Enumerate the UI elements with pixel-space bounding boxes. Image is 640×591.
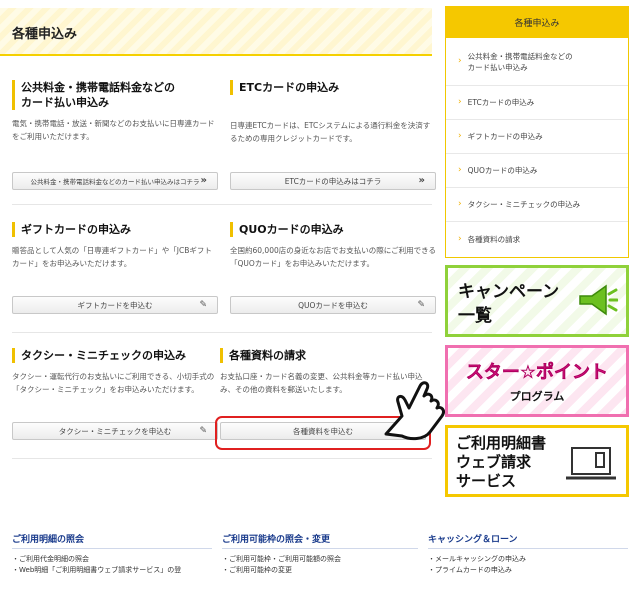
card-description: 全国約60,000店の身近なお店でお支払いの際にご利用できる「QUOカード」をお…	[230, 246, 436, 268]
footer: ご利用明細の照会 ご利用代金明細の照会 Web明細「ご利用明細書ウェブ請求サービ…	[0, 532, 640, 591]
card-description: 日専連ETCカードは、ETCシステムによる通行料金を決済するための専用クレジット…	[230, 121, 431, 143]
campaign-banner[interactable]: キャンペーン 一覧	[445, 265, 629, 337]
button-label: タクシー・ミニチェックを申込む	[58, 426, 172, 436]
divider	[12, 332, 432, 333]
button-label: QUOカードを申込む	[298, 300, 368, 310]
footer-column-cashing: キャッシング＆ローン メールキャッシングの申込み プライムカードの申込み	[428, 532, 628, 576]
sidebar-item-etc[interactable]: › ETCカードの申込み	[446, 86, 628, 120]
chevron-right-icon: ›	[458, 56, 462, 66]
card-title: ETCカードの申込み	[230, 80, 436, 95]
pencil-note-icon: ✎	[417, 300, 425, 310]
card-title: タクシー・ミニチェックの申込み	[12, 348, 218, 363]
footer-heading[interactable]: キャッシング＆ローン	[428, 532, 628, 549]
chevron-right-icon: ›	[458, 233, 462, 244]
megaphone-icon	[579, 284, 618, 316]
footer-link[interactable]: メールキャッシングの申込み	[428, 554, 628, 565]
sidebar-item-label: QUOカードの申込み	[467, 166, 538, 175]
chevron-right-icon: ›	[458, 97, 462, 107]
chevron-right-icon: ›	[458, 165, 462, 175]
sidebar-item-label: ギフトカードの申込み	[467, 132, 543, 141]
footer-link[interactable]: プライムカードの申込み	[428, 565, 628, 576]
footer-heading[interactable]: ご利用明細の照会	[12, 532, 212, 549]
sidebar-item-quo[interactable]: › QUOカードの申込み	[446, 154, 628, 188]
card-title: 各種資料の請求	[220, 348, 426, 363]
footer-link[interactable]: ご利用代金明細の照会	[12, 554, 212, 565]
banner-title: スター☆ポイント	[465, 362, 609, 384]
chevron-double-right-icon: »	[200, 175, 207, 186]
card-description: 贈答品として人気の「日専連ギフトカード」や「JCBギフトカード」をお申込みいただ…	[12, 246, 212, 268]
page-title: 各種申込み	[12, 27, 78, 42]
sidebar-item-taxi[interactable]: › タクシー・ミニチェックの申込み	[446, 188, 628, 222]
footer-link[interactable]: Web明細「ご利用明細書ウェブ請求サービス」の登	[12, 565, 212, 576]
sidebar-item-label: 公共料金・携帯電話料金などの カード払い申込み	[467, 51, 573, 72]
card-title: 公共料金・携帯電話料金などの カード払い申込み	[12, 80, 218, 110]
card-description: 電気・携帯電話・放送・新聞などのお支払いに日専連カードをご利用いただけます。	[12, 119, 215, 141]
gift-apply-button[interactable]: ギフトカードを申込む ✎	[12, 296, 218, 314]
laptop-icon	[566, 447, 616, 480]
sidebar-menu: › 公共料金・携帯電話料金などの カード払い申込み › ETCカードの申込み › …	[445, 38, 629, 258]
banner-label: ご利用明細書 ウェブ請求 サービス	[456, 434, 547, 490]
etc-apply-button[interactable]: ETCカードの申込みはコチラ »	[230, 172, 436, 190]
chevron-right-icon: ›	[458, 131, 462, 141]
chevron-right-icon: ›	[458, 199, 462, 209]
divider	[12, 458, 432, 459]
card-title: QUOカードの申込み	[230, 222, 436, 237]
card-utility-payment: 公共料金・携帯電話料金などの カード払い申込み 電気・携帯電話・放送・新聞などのお…	[12, 80, 218, 190]
button-label: 公共料金・携帯電話料金などのカード払い申込みはコチラ	[30, 178, 200, 186]
banner-label: キャンペーン 一覧	[458, 282, 560, 326]
card-quo: QUOカードの申込み 全国約60,000店の身近なお店でお支払いの際にご利用でき…	[230, 222, 436, 322]
footer-heading[interactable]: ご利用可能枠の照会・変更	[222, 532, 418, 549]
footer-column-limit: ご利用可能枠の照会・変更 ご利用可能枠・ご利用可能額の照会 ご利用可能枠の変更	[222, 532, 418, 576]
card-title: ギフトカードの申込み	[12, 222, 218, 237]
divider	[12, 204, 432, 205]
footer-column-statement: ご利用明細の照会 ご利用代金明細の照会 Web明細「ご利用明細書ウェブ請求サービ…	[12, 532, 212, 576]
pencil-note-icon: ✎	[199, 426, 207, 436]
sidebar-heading: 各種申込み	[445, 6, 629, 38]
footer-link[interactable]: ご利用可能枠・ご利用可能額の照会	[222, 554, 418, 565]
pencil-note-icon: ✎	[199, 300, 207, 310]
star-point-banner[interactable]: スター☆ポイント プログラム	[445, 345, 629, 417]
button-label: ギフトカードを申込む	[77, 300, 153, 310]
card-taxi: タクシー・ミニチェックの申込み タクシー・運転代行のお支払いにご利用できる、小切…	[12, 348, 218, 448]
sidebar-item-utility-payment[interactable]: › 公共料金・携帯電話料金などの カード払い申込み	[446, 38, 628, 86]
sidebar-item-label: 各種資料の請求	[467, 234, 521, 244]
card-description: タクシー・運転代行のお支払いにご利用できる、小切手式の「タクシー・ミニチェック」…	[12, 372, 215, 394]
button-label: ETCカードの申込みはコチラ	[284, 176, 382, 186]
taxi-apply-button[interactable]: タクシー・ミニチェックを申込む ✎	[12, 422, 218, 440]
page-header: 各種申込み	[0, 8, 432, 56]
card-gift: ギフトカードの申込み 贈答品として人気の「日専連ギフトカード」や「JCBギフトカ…	[12, 222, 218, 322]
quo-apply-button[interactable]: QUOカードを申込む ✎	[230, 296, 436, 314]
footer-link[interactable]: ご利用可能枠の変更	[222, 565, 418, 576]
sidebar-item-label: ETCカードの申込み	[467, 98, 535, 107]
sidebar-item-gift[interactable]: › ギフトカードの申込み	[446, 120, 628, 154]
card-etc: ETCカードの申込み 日専連ETCカードは、ETCシステムによる通行料金を決済す…	[230, 80, 436, 190]
sidebar-item-documents[interactable]: › 各種資料の請求	[446, 222, 628, 256]
banner-subtitle: プログラム	[509, 390, 565, 403]
utility-payment-button[interactable]: 公共料金・携帯電話料金などのカード払い申込みはコチラ »	[12, 172, 218, 190]
web-statement-banner[interactable]: ご利用明細書 ウェブ請求 サービス	[445, 425, 629, 497]
chevron-double-right-icon: »	[418, 175, 425, 186]
sidebar-item-label: タクシー・ミニチェックの申込み	[467, 200, 581, 209]
